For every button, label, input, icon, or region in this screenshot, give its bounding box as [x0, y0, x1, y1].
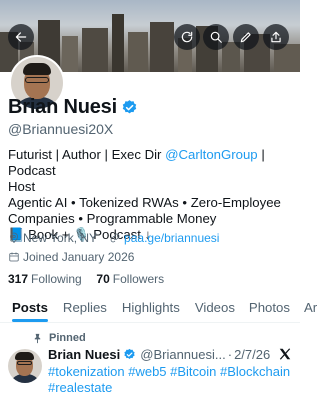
search-icon [210, 31, 222, 43]
share-button[interactable] [263, 24, 289, 50]
profile-joined-row: Joined January 2026 [8, 250, 134, 264]
following-link[interactable]: 317 Following [8, 272, 82, 286]
tab-articles[interactable]: Ar [304, 296, 317, 322]
post-separator: · [227, 347, 233, 362]
post-hashtags-line[interactable]: #tokenization #web5 #Bitcoin #Blockchain [48, 364, 294, 380]
post-author-handle[interactable]: @Briannuesi... [140, 347, 225, 362]
tab-replies[interactable]: Replies [63, 296, 107, 322]
x-logo-icon[interactable] [278, 347, 292, 361]
post-author-name[interactable]: Brian Nuesi [48, 347, 120, 362]
location-pin-icon [10, 232, 18, 244]
profile-name: Brian Nuesi [8, 96, 117, 118]
post-text: #tokenization #web5 #Bitcoin #Blockchain… [48, 364, 294, 396]
tab-posts[interactable]: Posts [12, 296, 48, 322]
tab-photos[interactable]: Photos [249, 296, 290, 322]
verified-badge-icon [122, 100, 137, 114]
following-count: 317 [8, 272, 29, 286]
bio-line: Agentic AI • Tokenized RWAs • Zero-Emplo… [8, 195, 281, 210]
tabs-divider [0, 322, 300, 323]
search-button[interactable] [203, 24, 229, 50]
profile-bio: Futurist | Author | Exec Dir @CarltonGro… [8, 147, 292, 243]
link-icon [110, 233, 120, 243]
post-header: Brian Nuesi @Briannuesi... · 2/7/26 [48, 347, 270, 362]
pencil-icon [240, 32, 251, 43]
profile-location: New York, NY [23, 231, 98, 245]
profile-joined: Joined January 2026 [23, 250, 135, 264]
followers-link[interactable]: 70 Followers [96, 272, 164, 286]
bio-line: Companies • Programmable Money [8, 211, 217, 226]
follow-stats: 317 Following 70 Followers [8, 272, 164, 286]
followers-count: 70 [96, 272, 110, 286]
arrow-left-icon [15, 32, 27, 42]
post-hashtags-line[interactable]: #realestate [48, 380, 294, 396]
profile-name-row: Brian Nuesi [8, 96, 138, 119]
edit-button[interactable] [233, 24, 259, 50]
refresh-button[interactable] [174, 24, 200, 50]
calendar-icon [9, 252, 19, 262]
share-icon [271, 31, 281, 43]
refresh-icon [181, 31, 193, 43]
post-author-avatar[interactable] [8, 349, 42, 383]
profile-website-link[interactable]: paa.ge/briannuesi [124, 231, 219, 245]
post-date[interactable]: 2/7/26 [234, 347, 270, 362]
profile-meta-row: New York, NY paa.ge/briannuesi [8, 231, 219, 245]
pin-icon [34, 333, 41, 343]
tab-highlights[interactable]: Highlights [122, 296, 180, 322]
pinned-label: Pinned [49, 332, 86, 344]
bio-text: Futurist | Author | Exec Dir [8, 147, 166, 162]
back-button[interactable] [8, 24, 34, 50]
profile-tabs: Posts Replies Highlights Videos Photos A… [0, 296, 317, 322]
pinned-indicator: Pinned [32, 332, 86, 344]
profile-handle: @Briannuesi20X [8, 121, 114, 137]
bio-line: Host [8, 179, 36, 194]
following-label: Following [31, 272, 82, 286]
tab-videos[interactable]: Videos [195, 296, 235, 322]
bio-mention-link[interactable]: @CarltonGroup [165, 147, 258, 162]
followers-label: Followers [112, 272, 165, 286]
verified-badge-icon [124, 348, 135, 359]
